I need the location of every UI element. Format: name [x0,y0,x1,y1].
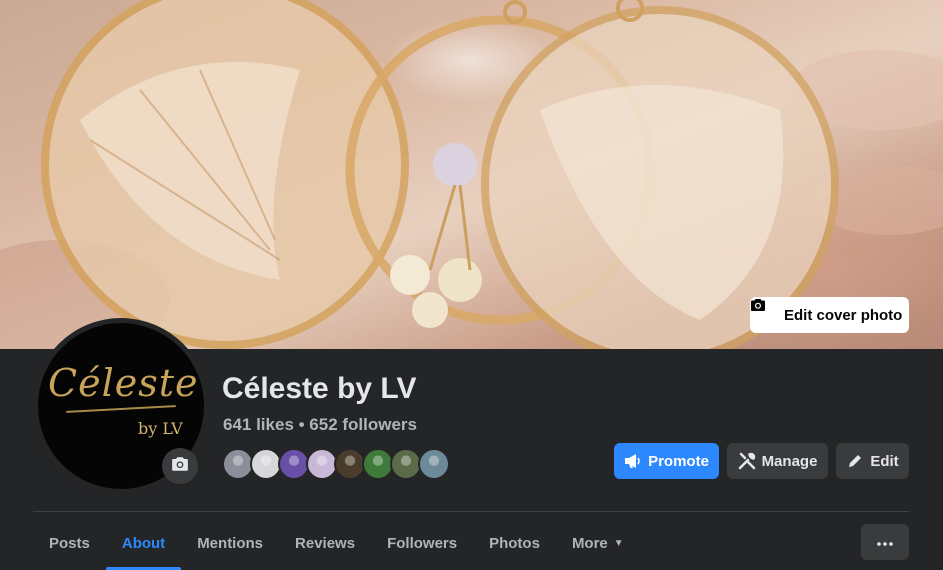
tab-photos[interactable]: Photos [473,516,556,570]
tools-icon [738,452,756,470]
tab-label: More [571,534,608,552]
tab-label: Reviews [295,534,356,552]
friend-avatars[interactable] [222,448,450,480]
edit-cover-label: Edit cover photo [784,306,903,324]
tab-about[interactable]: About [105,516,182,570]
page-header: Edit cover photo Céleste by LV Céleste b… [0,0,943,570]
tab-label: Photos [489,534,540,552]
logo-underline [66,405,176,413]
camera-icon [751,299,778,323]
edit-cover-photo-button[interactable]: Edit cover photo [750,297,909,333]
megaphone-icon [624,452,642,470]
tab-label: Posts [49,534,90,552]
camera-icon [171,455,189,478]
ellipsis-icon [877,533,893,551]
edit-button[interactable]: Edit [836,443,909,479]
promote-label: Promote [648,452,709,470]
more-options-button[interactable] [861,524,909,560]
caret-down-icon: ▼ [613,537,624,549]
pencil-icon [846,452,864,470]
update-avatar-button[interactable] [162,448,198,484]
tab-label: Mentions [197,534,264,552]
edit-label: Edit [870,452,899,470]
logo-text-main: Céleste [48,361,199,405]
page-tabs: Posts About Mentions Reviews Followers P… [33,516,640,570]
promote-button[interactable]: Promote [614,443,719,479]
tab-followers[interactable]: Followers [371,516,473,570]
tab-label: About [121,534,166,552]
manage-button[interactable]: Manage [727,443,828,479]
page-title: Céleste by LV [222,372,417,405]
tab-label: Followers [387,534,458,552]
friend-avatar[interactable] [418,448,450,480]
likes-followers-count[interactable]: 641 likes • 652 followers [223,415,417,435]
tab-mentions[interactable]: Mentions [181,516,279,570]
logo-text-sub: by LV [138,419,183,438]
manage-label: Manage [761,452,818,470]
tab-reviews[interactable]: Reviews [279,516,371,570]
tab-posts[interactable]: Posts [33,516,106,570]
cover-photo[interactable]: Edit cover photo [0,0,943,349]
tab-more[interactable]: More ▼ [556,516,640,570]
header-divider [33,511,909,512]
